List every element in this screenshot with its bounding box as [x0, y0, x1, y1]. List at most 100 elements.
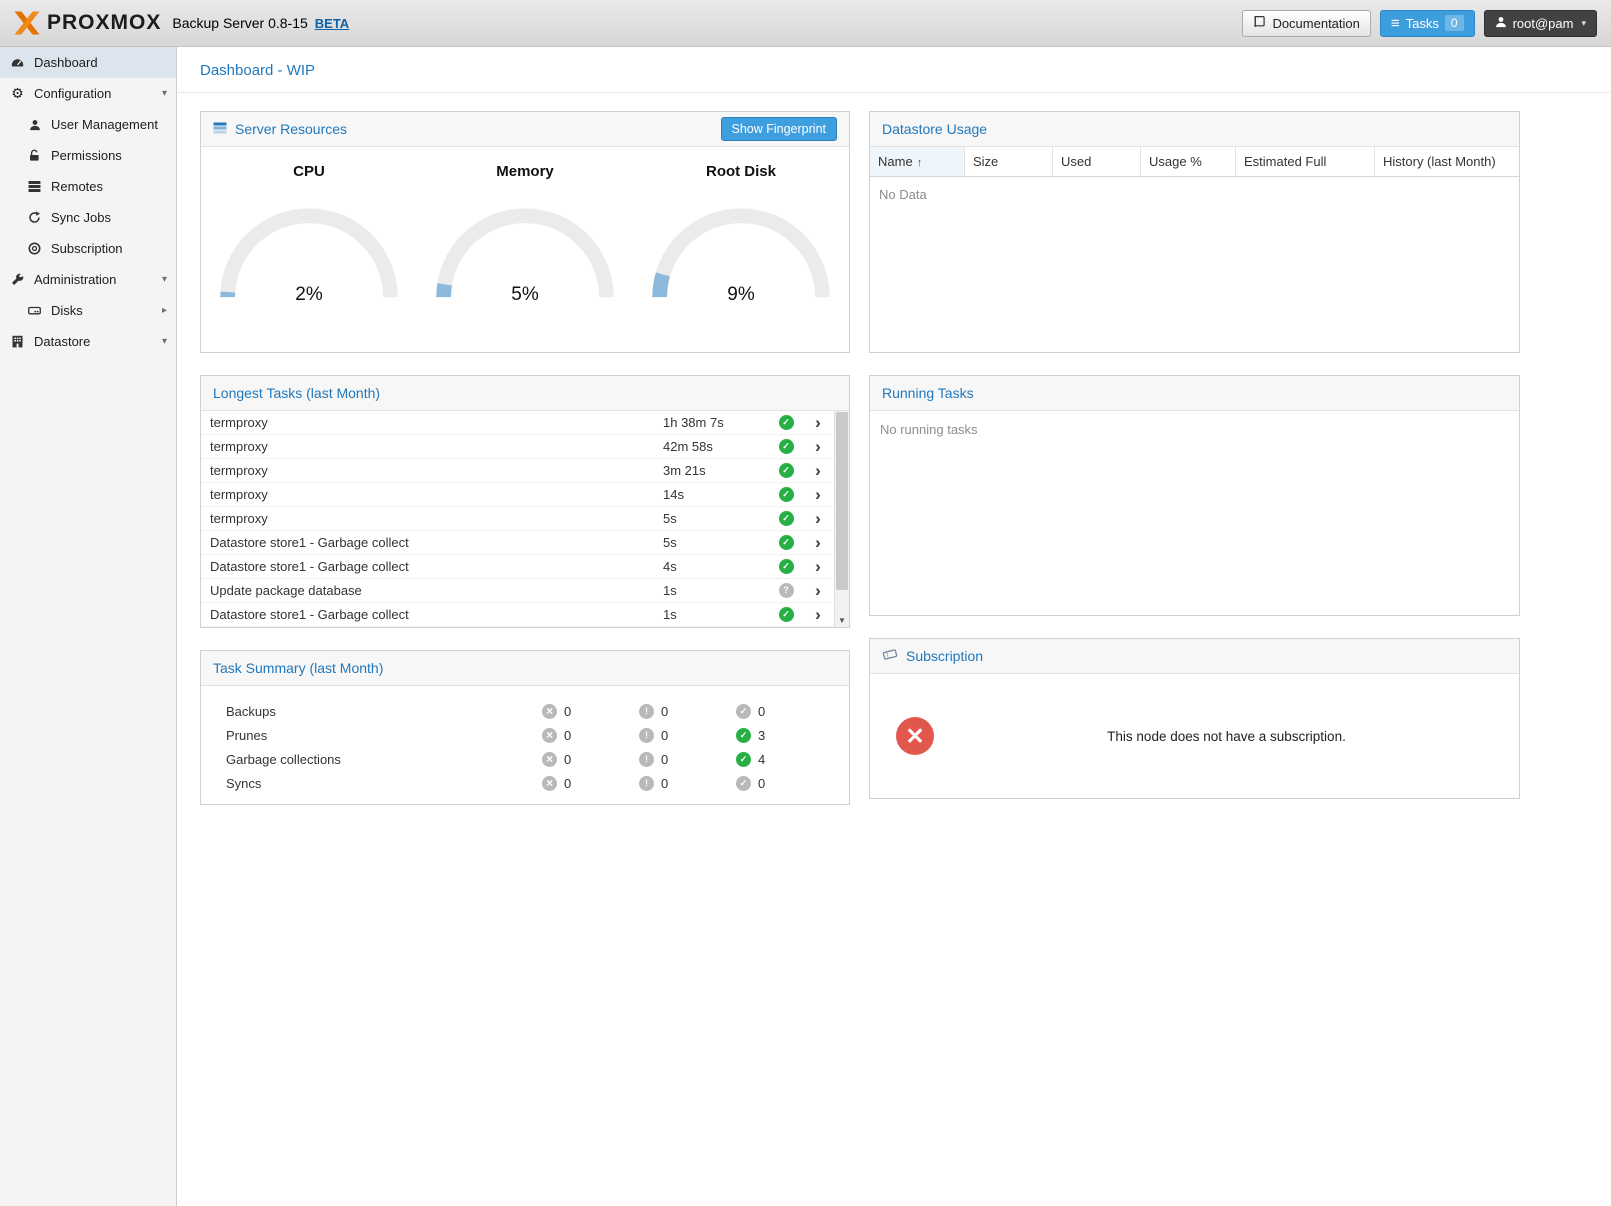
- sidebar-item-label: User Management: [51, 117, 158, 132]
- panel-title: Running Tasks: [882, 385, 974, 401]
- tasks-button[interactable]: ≡ Tasks 0: [1380, 10, 1475, 37]
- warning-count-icon: [639, 752, 654, 767]
- beta-link[interactable]: BETA: [315, 16, 349, 31]
- task-status-icon: [779, 487, 794, 502]
- sidebar-item-label: Subscription: [51, 241, 123, 256]
- subscription-message: This node does not have a subscription.: [934, 729, 1519, 744]
- open-task-chevron-icon[interactable]: ›: [804, 462, 832, 479]
- sidebar-item-sync-jobs[interactable]: Sync Jobs: [0, 202, 176, 233]
- task-duration: 1s: [663, 583, 768, 598]
- open-task-chevron-icon[interactable]: ›: [804, 414, 832, 431]
- task-name: termproxy: [210, 463, 663, 478]
- sidebar-item-remotes[interactable]: Remotes: [0, 171, 176, 202]
- task-name: termproxy: [210, 487, 663, 502]
- hdd-icon: [27, 304, 42, 317]
- wrench-icon: [10, 273, 25, 286]
- task-row[interactable]: Datastore store1 - Garbage collect 1s ›: [201, 603, 849, 627]
- warning-count: 0: [661, 776, 668, 791]
- panel-title: Longest Tasks (last Month): [213, 385, 380, 401]
- sidebar-item-subscription[interactable]: Subscription: [0, 233, 176, 264]
- server-stack-icon: [27, 180, 42, 193]
- user-icon: [1495, 16, 1507, 31]
- task-row[interactable]: Datastore store1 - Garbage collect 4s ›: [201, 555, 849, 579]
- sidebar-item-dashboard[interactable]: Dashboard: [0, 47, 176, 78]
- sidebar-item-disks[interactable]: Disks ▸: [0, 295, 176, 326]
- error-count-icon: [542, 728, 557, 743]
- summary-label: Prunes: [217, 728, 542, 743]
- user-menu-button[interactable]: root@pam ▾: [1484, 10, 1597, 37]
- datastore-table-header: Name↑ Size Used Usage % Estimated Full H…: [870, 147, 1519, 177]
- task-row[interactable]: termproxy 5s ›: [201, 507, 849, 531]
- sidebar-item-permissions[interactable]: Permissions: [0, 140, 176, 171]
- ok-count-icon: [736, 728, 751, 743]
- task-duration: 14s: [663, 487, 768, 502]
- no-running-tasks-text: No running tasks: [880, 422, 978, 437]
- warning-count-icon: [639, 776, 654, 791]
- sidebar-item-configuration[interactable]: ⚙ Configuration ▾: [0, 78, 176, 109]
- task-row[interactable]: termproxy 1h 38m 7s ›: [201, 411, 849, 435]
- scroll-down-arrow-icon[interactable]: ▼: [835, 613, 849, 627]
- ok-count: 4: [758, 752, 765, 767]
- documentation-button[interactable]: Documentation: [1242, 10, 1370, 37]
- datastore-table-body: No Data: [870, 177, 1519, 352]
- task-status-icon: [779, 463, 794, 478]
- column-header-name[interactable]: Name↑: [870, 147, 965, 177]
- sidebar-item-datastore[interactable]: Datastore ▾: [0, 326, 176, 357]
- chevron-down-icon: ▾: [162, 274, 167, 285]
- task-name: Datastore store1 - Garbage collect: [210, 607, 663, 622]
- chevron-down-icon: ▾: [1581, 18, 1586, 29]
- server-resources-panel: Server Resources Show Fingerprint CPU 2%: [200, 111, 850, 353]
- sidebar-item-label: Remotes: [51, 179, 103, 194]
- summary-label: Garbage collections: [217, 752, 542, 767]
- task-row[interactable]: termproxy 3m 21s ›: [201, 459, 849, 483]
- column-header-used[interactable]: Used: [1053, 147, 1141, 177]
- column-header-history[interactable]: History (last Month): [1375, 147, 1519, 177]
- task-row[interactable]: termproxy 14s ›: [201, 483, 849, 507]
- ok-count-icon: [736, 776, 751, 791]
- warning-count-icon: [639, 704, 654, 719]
- error-count: 0: [564, 776, 571, 791]
- open-task-chevron-icon[interactable]: ›: [804, 510, 832, 527]
- open-task-chevron-icon[interactable]: ›: [804, 486, 832, 503]
- show-fingerprint-button[interactable]: Show Fingerprint: [721, 117, 838, 141]
- sidebar-item-label: Administration: [34, 272, 116, 287]
- gauge-value: 2%: [211, 284, 407, 306]
- no-data-text: No Data: [879, 187, 927, 202]
- open-task-chevron-icon[interactable]: ›: [804, 606, 832, 623]
- task-summary-panel: Task Summary (last Month) Backups 0 0 0 …: [200, 650, 850, 805]
- open-task-chevron-icon[interactable]: ›: [804, 438, 832, 455]
- longest-tasks-panel: Longest Tasks (last Month) termproxy 1h …: [200, 375, 850, 628]
- task-row[interactable]: termproxy 42m 58s ›: [201, 435, 849, 459]
- sidebar-item-label: Sync Jobs: [51, 210, 111, 225]
- open-task-chevron-icon[interactable]: ›: [804, 582, 832, 599]
- sidebar-item-administration[interactable]: Administration ▾: [0, 264, 176, 295]
- task-row[interactable]: Datastore store1 - Garbage collect 5s ›: [201, 531, 849, 555]
- task-row[interactable]: Update package database 1s ›: [201, 579, 849, 603]
- task-status-icon: [779, 559, 794, 574]
- ok-count: 0: [758, 776, 765, 791]
- sidebar-item-user-management[interactable]: User Management: [0, 109, 176, 140]
- gauge-value: 5%: [427, 284, 623, 306]
- column-header-size[interactable]: Size: [965, 147, 1053, 177]
- task-duration: 42m 58s: [663, 439, 768, 454]
- error-count: 0: [564, 728, 571, 743]
- column-header-estimated-full[interactable]: Estimated Full: [1236, 147, 1375, 177]
- ticket-icon: [882, 648, 898, 664]
- task-name: Datastore store1 - Garbage collect: [210, 535, 663, 550]
- gauge-value: 9%: [643, 284, 839, 306]
- chevron-right-icon: ▸: [162, 305, 167, 316]
- server-resources-icon: [213, 121, 227, 137]
- gauge-label: CPU: [209, 163, 409, 180]
- scrollbar-thumb[interactable]: [836, 412, 848, 590]
- proxmox-logo: PROXMOX: [14, 11, 161, 35]
- top-header: PROXMOX Backup Server 0.8-15 BETA Docume…: [0, 0, 1611, 47]
- ok-count: 0: [758, 704, 765, 719]
- task-name: termproxy: [210, 511, 663, 526]
- open-task-chevron-icon[interactable]: ›: [804, 558, 832, 575]
- task-name: Update package database: [210, 583, 663, 598]
- column-header-usage-pct[interactable]: Usage %: [1141, 147, 1236, 177]
- open-task-chevron-icon[interactable]: ›: [804, 534, 832, 551]
- warning-count-icon: [639, 728, 654, 743]
- header-actions: Documentation ≡ Tasks 0 root@pam ▾: [1242, 10, 1597, 37]
- vertical-scrollbar[interactable]: ▼: [834, 411, 849, 627]
